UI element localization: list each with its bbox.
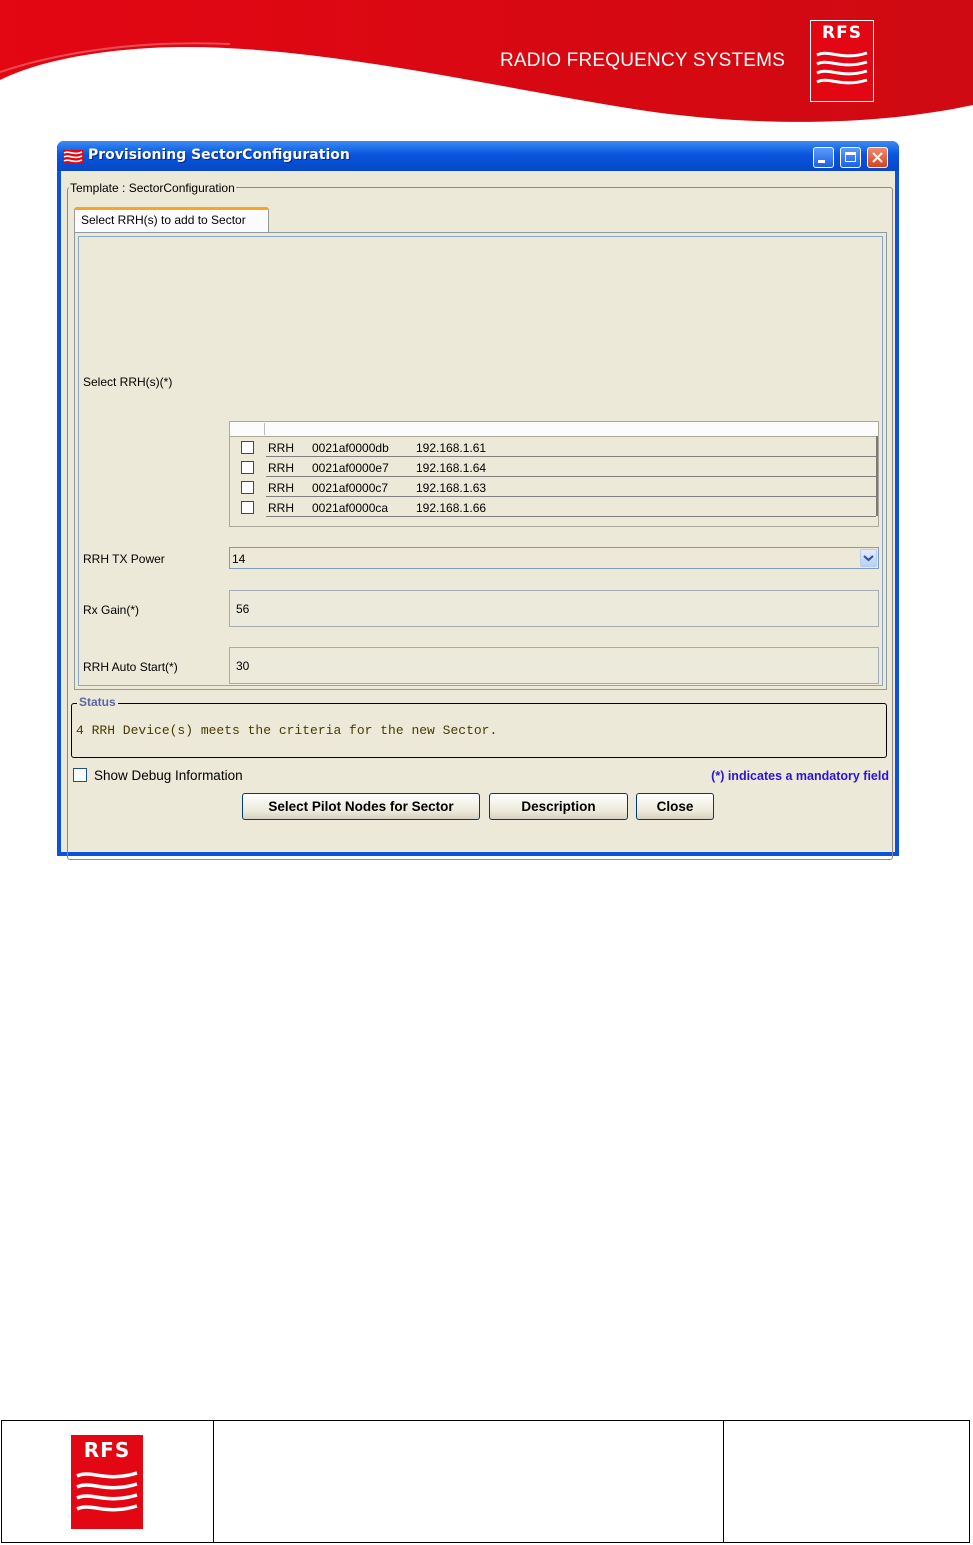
- rrh-type: RRH: [268, 481, 294, 495]
- auto-start-label: RRH Auto Start(*): [83, 660, 178, 674]
- rfs-logo: RFS: [810, 20, 874, 102]
- footer-table: RFS: [1, 1420, 970, 1543]
- debug-checkbox[interactable]: [73, 768, 87, 782]
- logo-waves-icon: [816, 51, 868, 85]
- header-banner: RADIO FREQUENCY SYSTEMS RFS: [0, 0, 973, 130]
- template-legend: Template : SectorConfiguration: [69, 181, 236, 195]
- table-row[interactable]: RRH 0021af0000c7 192.168.1.63: [230, 478, 878, 498]
- footer-logo-cell: RFS: [2, 1421, 214, 1542]
- rrh-type: RRH: [268, 461, 294, 475]
- debug-label[interactable]: Show Debug Information: [94, 768, 243, 783]
- status-message: 4 RRH Device(s) meets the criteria for t…: [76, 723, 498, 738]
- footer-rfs-logo: RFS: [70, 1434, 144, 1530]
- maximize-button[interactable]: [840, 147, 861, 168]
- rrh-id: 0021af0000c7: [312, 481, 389, 495]
- table-scroll-edge: [876, 436, 878, 516]
- auto-start-value: 30: [236, 659, 250, 673]
- logo-text: RFS: [822, 23, 862, 43]
- rx-gain-field[interactable]: 56: [229, 590, 879, 627]
- title-bar[interactable]: Provisioning SectorConfiguration: [57, 141, 899, 171]
- tx-power-select[interactable]: 14: [229, 547, 879, 569]
- rrh-checkbox[interactable]: [241, 481, 254, 494]
- close-window-button[interactable]: [867, 147, 888, 168]
- rrh-checkbox[interactable]: [241, 501, 254, 514]
- auto-start-field[interactable]: 30: [229, 647, 879, 684]
- company-name: RADIO FREQUENCY SYSTEMS: [500, 50, 786, 71]
- mandatory-note: (*) indicates a mandatory field: [711, 769, 889, 783]
- tab-panel: Select RRH(s)(*) RRH 0021af0000db 192.16…: [74, 232, 887, 690]
- minimize-button[interactable]: [813, 147, 834, 168]
- close-icon: [872, 152, 883, 163]
- table-header: [230, 422, 878, 437]
- rrh-checkbox[interactable]: [241, 461, 254, 474]
- rx-gain-value: 56: [236, 602, 250, 616]
- footer-logo-text: RFS: [83, 1438, 131, 1462]
- rx-gain-label: Rx Gain(*): [83, 603, 140, 617]
- rrh-id: 0021af0000db: [312, 441, 389, 455]
- close-button[interactable]: Close: [636, 793, 714, 820]
- status-group: Status 4 RRH Device(s) meets the criteri…: [71, 695, 887, 758]
- window-title: Provisioning SectorConfiguration: [88, 147, 350, 163]
- rrh-type: RRH: [268, 441, 294, 455]
- rrh-ip: 192.168.1.64: [416, 461, 487, 475]
- rrh-ip: 192.168.1.61: [416, 441, 487, 455]
- footer-middle-cell: [213, 1421, 724, 1542]
- rrh-checkbox[interactable]: [241, 441, 254, 454]
- provisioning-window: Provisioning SectorConfiguration Templat…: [57, 141, 899, 860]
- rrh-type: RRH: [268, 501, 294, 515]
- description-button[interactable]: Description: [489, 793, 628, 820]
- select-pilot-nodes-button[interactable]: Select Pilot Nodes for Sector: [242, 793, 480, 820]
- app-waves-icon: [63, 150, 83, 164]
- minimize-icon: [818, 160, 825, 163]
- maximize-icon: [845, 152, 856, 162]
- rrh-table: RRH 0021af0000db 192.168.1.61 RRH 0021af…: [229, 421, 879, 527]
- footer-logo-waves-icon: [76, 1471, 138, 1512]
- chevron-down-icon[interactable]: [860, 549, 877, 567]
- status-legend: Status: [77, 695, 118, 709]
- rrh-ip: 192.168.1.66: [416, 501, 487, 515]
- select-rrh-label: Select RRH(s)(*): [83, 375, 173, 389]
- table-row[interactable]: RRH 0021af0000e7 192.168.1.64: [230, 458, 878, 478]
- tx-power-value: 14: [232, 552, 246, 566]
- table-row[interactable]: RRH 0021af0000ca 192.168.1.66: [230, 498, 878, 518]
- table-row[interactable]: RRH 0021af0000db 192.168.1.61: [230, 438, 878, 458]
- rrh-ip: 192.168.1.63: [416, 481, 487, 495]
- window-client-area: Template : SectorConfiguration Select RR…: [61, 171, 895, 860]
- tab-select-rrh[interactable]: Select RRH(s) to add to Sector: [74, 207, 269, 232]
- rrh-id: 0021af0000e7: [312, 461, 389, 475]
- tx-power-label: RRH TX Power: [83, 552, 165, 566]
- rrh-id: 0021af0000ca: [312, 501, 389, 515]
